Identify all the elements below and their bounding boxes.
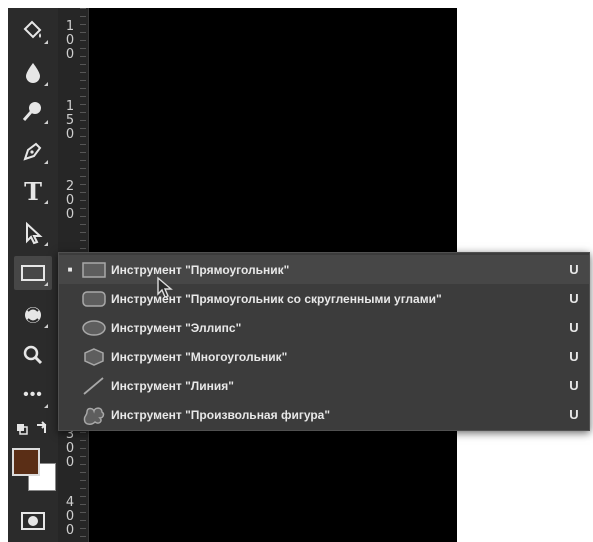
ruler-label: 150 — [65, 99, 75, 142]
rectangle-tool-icon[interactable] — [14, 256, 52, 290]
menu-item-label: Инструмент "Эллипс" — [111, 320, 242, 335]
pen-icon[interactable] — [14, 134, 52, 168]
type-tool-icon[interactable]: T — [14, 174, 52, 208]
menu-item-line-tool[interactable]: Инструмент "Линия" U — [59, 371, 589, 400]
shortcut-key: U — [569, 291, 579, 306]
rectangle-icon — [81, 259, 111, 281]
menu-item-custom-shape-tool[interactable]: Инструмент "Произвольная фигура" U — [59, 400, 589, 429]
ellipse-icon — [81, 317, 111, 339]
shortcut-key: U — [569, 262, 579, 277]
ruler-label: 100 — [65, 19, 75, 62]
shortcut-key: U — [569, 349, 579, 364]
menu-item-label: Инструмент "Линия" — [111, 378, 234, 393]
menu-item-label: Инструмент "Прямоугольник со скругленным… — [111, 291, 442, 306]
line-icon — [81, 375, 111, 397]
custom-shape-icon — [81, 404, 111, 426]
hand-icon[interactable] — [14, 298, 52, 332]
path-selection-icon[interactable] — [14, 216, 52, 250]
menu-item-label: Инструмент "Произвольная фигура" — [111, 407, 331, 422]
menu-item-label: Инструмент "Многоугольник" — [111, 349, 288, 364]
ruler-label: 300 — [65, 427, 75, 470]
shortcut-key: U — [569, 407, 579, 422]
foreground-color-swatch[interactable] — [12, 448, 40, 476]
selected-mark-icon: ■ — [67, 265, 73, 274]
ruler-label: 200 — [65, 179, 75, 222]
menu-item-rectangle-tool[interactable]: ■ Инструмент "Прямоугольник" U — [59, 255, 589, 284]
menu-item-rounded-rectangle-tool[interactable]: Инструмент "Прямоугольник со скругленным… — [59, 284, 589, 313]
ruler-label: 400 — [65, 495, 75, 538]
polygon-icon — [81, 346, 111, 368]
swap-colors-icon[interactable] — [14, 418, 52, 440]
dodge-icon[interactable] — [14, 94, 52, 128]
paint-bucket-icon[interactable] — [14, 14, 52, 48]
shortcut-key: U — [569, 378, 579, 393]
blur-drop-icon[interactable] — [14, 56, 52, 90]
menu-item-ellipse-tool[interactable]: Инструмент "Эллипс" U — [59, 313, 589, 342]
rounded-rectangle-icon — [81, 288, 111, 310]
quick-mask-icon[interactable] — [14, 504, 52, 538]
menu-item-polygon-tool[interactable]: Инструмент "Многоугольник" U — [59, 342, 589, 371]
mouse-pointer-icon — [156, 276, 176, 305]
tools-panel: T ••• — [8, 8, 58, 542]
more-tools-icon[interactable]: ••• — [14, 378, 52, 412]
menu-item-label: Инструмент "Прямоугольник" — [111, 262, 290, 277]
zoom-icon[interactable] — [14, 338, 52, 372]
shape-tools-flyout: ■ Инструмент "Прямоугольник" U Инструмен… — [58, 252, 590, 431]
shortcut-key: U — [569, 320, 579, 335]
